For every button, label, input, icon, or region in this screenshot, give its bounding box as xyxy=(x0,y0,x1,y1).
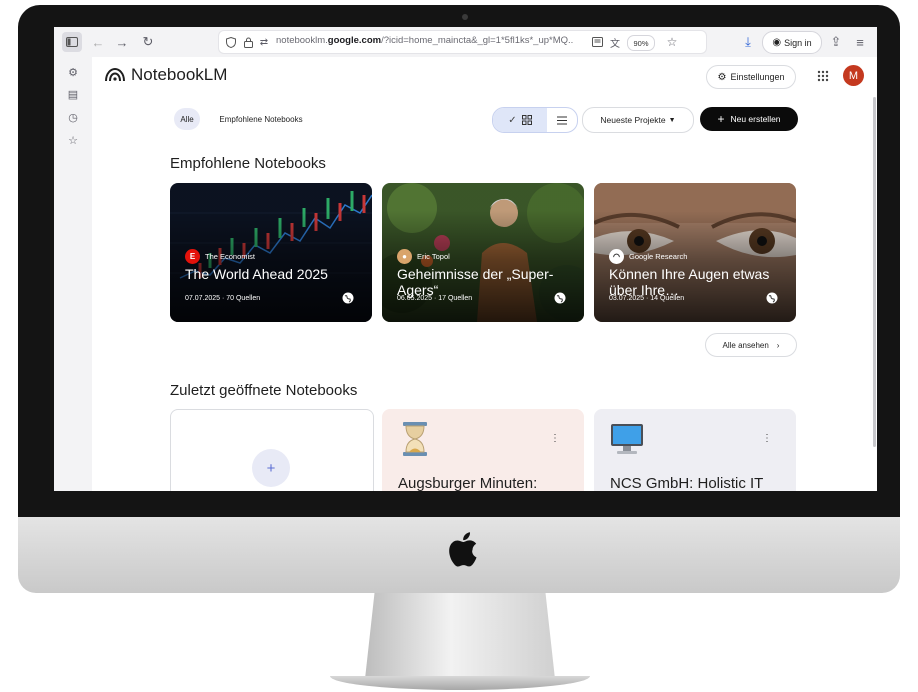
public-globe-icon xyxy=(553,291,567,305)
sort-dropdown[interactable]: Neueste Projekte ▼ xyxy=(582,107,694,133)
list-icon xyxy=(557,116,567,124)
card-source: E The Economist xyxy=(185,249,255,264)
recent-section-title: Zuletzt geöffnete Notebooks xyxy=(170,382,358,399)
browser-window: ← → ↻ ⇄ notebooklm.google.com/?icid=home… xyxy=(54,27,877,491)
extensions-icon[interactable]: ⚙ xyxy=(64,63,82,81)
brand-name: NotebookLM xyxy=(131,65,228,84)
card-meta: 07.07.2025 · 70 Quellen xyxy=(185,295,261,302)
google-research-logo-icon: ◠ xyxy=(609,249,624,264)
see-all-button[interactable]: Alle ansehen › xyxy=(705,333,797,357)
computer-icon xyxy=(611,424,643,454)
browser-toolbar: ← → ↻ ⇄ notebooklm.google.com/?icid=home… xyxy=(54,27,877,58)
forward-icon[interactable]: → xyxy=(112,32,132,52)
monitor-stand xyxy=(365,593,555,679)
recent-card-title: NCS GmbH: Holistic IT xyxy=(610,475,764,491)
brand-logo[interactable]: NotebookLM xyxy=(105,65,227,85)
apps-grid-icon[interactable] xyxy=(814,67,832,85)
address-bar[interactable]: ⇄ notebooklm.google.com/?icid=home_mainc… xyxy=(219,31,706,53)
card-source-name: The Economist xyxy=(205,252,256,261)
card-source: ● Eric Topol xyxy=(397,249,450,264)
chevron-right-icon: › xyxy=(776,340,780,350)
recent-card-ncs[interactable]: ⋮ NCS GmbH: Holistic IT xyxy=(594,409,796,491)
menu-icon[interactable]: ≡ xyxy=(850,32,870,52)
card-title: Geheimnisse der „Super-Agers“ xyxy=(397,266,554,298)
url-text[interactable]: notebooklm.google.com/?icid=home_maincta… xyxy=(276,35,573,46)
card-source-name: Google Research xyxy=(629,252,688,261)
bookmark-star-icon[interactable]: ☆ xyxy=(664,34,680,50)
tabs-icon[interactable]: ▤ xyxy=(64,85,82,103)
browser-sidebar: ⚙ ▤ ◷ ☆ xyxy=(54,57,93,491)
bookmarks-icon[interactable]: ☆ xyxy=(64,131,82,149)
settings-label: Einstellungen xyxy=(730,72,785,82)
back-icon[interactable]: ← xyxy=(88,32,108,52)
zoom-level[interactable]: 90% xyxy=(627,35,655,51)
card-source-name: Eric Topol xyxy=(417,252,450,261)
gear-icon: ⚙ xyxy=(717,71,727,83)
new-notebook-card[interactable]: + xyxy=(170,409,374,491)
filter-featured-chip[interactable]: Empfohlene Notebooks xyxy=(209,108,313,130)
download-icon[interactable]: ⤓ xyxy=(738,32,758,52)
sidebar-toggle-icon[interactable] xyxy=(62,32,82,52)
recent-card-augsburger[interactable]: ⋮ Augsburger Minuten: xyxy=(382,409,584,491)
featured-card-economist[interactable]: E The Economist The World Ahead 2025 07.… xyxy=(170,183,372,322)
view-toggle: ✓ xyxy=(492,107,578,133)
card-meta: 03.07.2025 · 14 Quellen xyxy=(609,295,685,302)
settings-button[interactable]: ⚙ Einstellungen xyxy=(706,65,796,89)
notebooklm-page: NotebookLM ⚙ Einstellungen M Alle Empfoh… xyxy=(92,57,877,491)
check-icon: ✓ xyxy=(508,114,517,126)
featured-card-eyes[interactable]: ◠ Google Research Können Ihre Augen etwa… xyxy=(594,183,796,322)
sign-in-label: Sign in xyxy=(784,37,812,48)
create-label: Neu erstellen xyxy=(730,114,781,124)
list-view-button[interactable] xyxy=(547,108,577,132)
recent-card-title: Augsburger Minuten: xyxy=(398,475,538,491)
public-globe-icon xyxy=(765,291,779,305)
sign-in-button[interactable]: ◉ Sign in xyxy=(762,31,822,54)
grid-icon xyxy=(521,115,532,125)
share-icon[interactable]: ⇪ xyxy=(826,32,846,52)
account-icon: ◉ xyxy=(772,37,782,48)
see-all-label: Alle ansehen xyxy=(722,340,769,350)
page-scrollbar[interactable] xyxy=(873,97,876,447)
notebooklm-logo-icon xyxy=(105,68,125,82)
economist-logo-icon: E xyxy=(185,249,200,264)
translate-icon[interactable]: 文 xyxy=(607,34,623,50)
author-avatar-icon: ● xyxy=(397,249,412,264)
featured-section-title: Empfohlene Notebooks xyxy=(170,155,326,172)
reload-icon[interactable]: ↻ xyxy=(138,32,158,52)
hourglass-icon xyxy=(403,422,427,456)
webcam xyxy=(462,14,468,20)
sort-label: Neueste Projekte xyxy=(600,115,666,125)
avatar[interactable]: M xyxy=(843,65,864,86)
featured-card-super-agers[interactable]: ● Eric Topol Geheimnisse der „Super-Ager… xyxy=(382,183,584,322)
history-icon[interactable]: ◷ xyxy=(64,108,82,126)
more-options-icon[interactable]: ⋮ xyxy=(550,431,560,445)
card-meta: 06.05.2025 · 17 Quellen xyxy=(397,295,473,302)
card-source: ◠ Google Research xyxy=(609,249,687,264)
more-options-icon[interactable]: ⋮ xyxy=(762,431,772,445)
reader-view-icon[interactable] xyxy=(589,34,605,50)
permissions-icon[interactable]: ⇄ xyxy=(256,34,272,50)
card-title: Können Ihre Augen etwas über Ihre… xyxy=(609,266,770,298)
card-title: The World Ahead 2025 xyxy=(185,266,328,282)
plus-icon: + xyxy=(252,449,290,487)
public-globe-icon xyxy=(341,291,355,305)
plus-icon: + xyxy=(717,112,725,126)
monitor-foot xyxy=(330,676,590,690)
lock-icon[interactable] xyxy=(240,34,256,50)
caret-down-icon: ▼ xyxy=(668,116,676,124)
filter-all-chip[interactable]: Alle xyxy=(174,108,200,130)
shield-icon[interactable] xyxy=(223,34,239,50)
apple-logo-icon xyxy=(449,532,477,567)
create-new-button[interactable]: + Neu erstellen xyxy=(700,107,798,131)
grid-view-button[interactable]: ✓ xyxy=(493,108,547,132)
